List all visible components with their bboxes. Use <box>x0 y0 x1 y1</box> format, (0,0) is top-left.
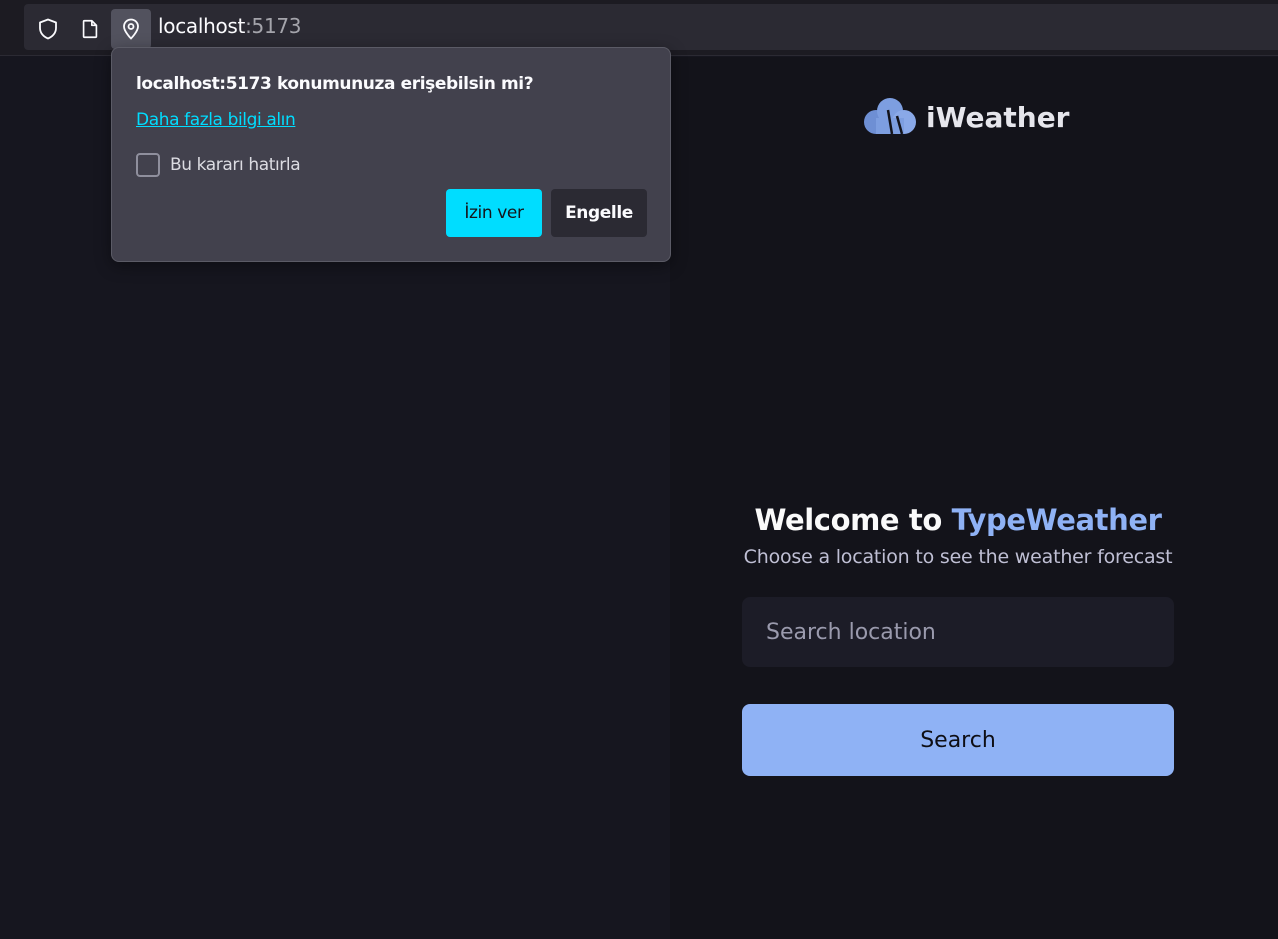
app-logo: iWeather <box>862 96 1070 138</box>
welcome-prefix: Welcome to <box>754 503 952 537</box>
url-text[interactable]: localhost:5173 <box>158 14 302 38</box>
shield-icon[interactable] <box>28 9 68 49</box>
welcome-heading: Welcome to TypeWeather <box>670 503 1246 537</box>
remember-decision-label[interactable]: Bu kararı hatırla <box>170 155 301 175</box>
block-button[interactable]: Engelle <box>551 189 647 237</box>
url-port: :5173 <box>245 14 302 38</box>
remember-decision-checkbox[interactable] <box>136 153 160 177</box>
welcome-brand: TypeWeather <box>951 503 1162 537</box>
learn-more-link[interactable]: Daha fazla bilgi alın <box>136 110 296 130</box>
search-button[interactable]: Search <box>742 704 1174 776</box>
logo-text: iWeather <box>926 100 1070 134</box>
cloud-logo-icon <box>862 96 918 138</box>
page-icon[interactable] <box>70 9 110 49</box>
allow-button[interactable]: İzin ver <box>446 189 542 237</box>
search-location-input[interactable] <box>742 597 1174 667</box>
url-host: localhost <box>158 14 246 38</box>
welcome-subtitle: Choose a location to see the weather for… <box>743 546 1173 568</box>
right-pane-background <box>670 57 1278 939</box>
popup-title: localhost:5173 konumunuza erişebilsin mi… <box>136 74 534 94</box>
location-pin-icon[interactable] <box>111 9 151 49</box>
location-permission-popup: localhost:5173 konumunuza erişebilsin mi… <box>111 47 671 262</box>
